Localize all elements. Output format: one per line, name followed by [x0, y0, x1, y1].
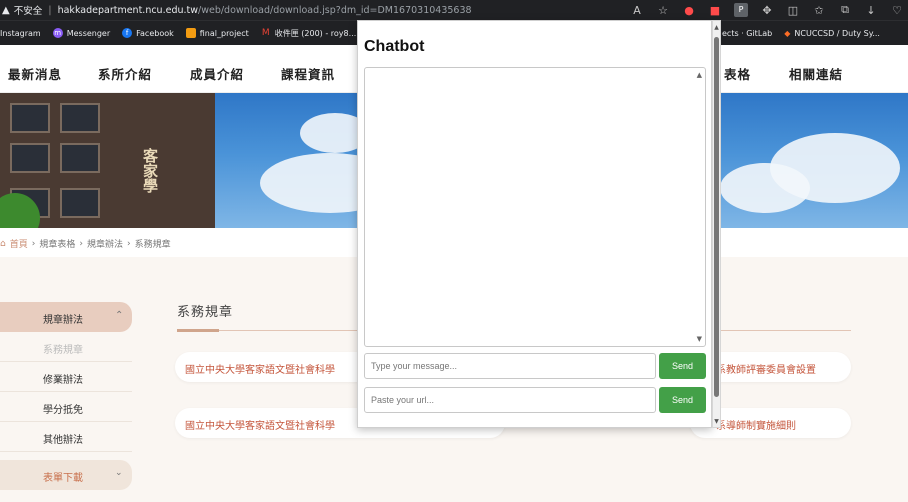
sidebar-head[interactable]: 規章辦法 ⌃	[0, 302, 132, 332]
nav-about[interactable]: 系所介紹	[98, 64, 152, 83]
security-label[interactable]: 不安全	[14, 3, 43, 17]
extension-toolbar: A ☆ ● ■ P ✥ ◫ ✩ ⧉ ↓ ♡	[630, 0, 904, 20]
window	[60, 103, 100, 133]
bookmark-label: Instagram	[0, 28, 41, 38]
bookmark-label: final_project	[199, 28, 249, 38]
sidebar-item-study-rules[interactable]: 修業辦法	[0, 362, 132, 392]
popup-scrollbar[interactable]: ▲ ▼	[712, 20, 721, 428]
chevron-down-icon: ⌄	[115, 468, 123, 478]
p-extension-icon[interactable]: P	[734, 3, 748, 17]
sidebar-item-dept-rules[interactable]: 系務規章	[0, 332, 132, 362]
url-input[interactable]	[364, 387, 656, 413]
breadcrumb-forms[interactable]: 規章表格	[39, 237, 75, 250]
gitlab-icon: ◆	[784, 29, 791, 38]
download-icon[interactable]: ↓	[864, 4, 878, 17]
scroll-down-icon[interactable]: ▼	[713, 418, 720, 425]
sidebar-item-label: 學分抵免	[43, 405, 83, 416]
folder-icon	[185, 28, 196, 38]
chevron-right-icon: ›	[31, 238, 36, 249]
bookmark-instagram[interactable]: Instagram	[0, 29, 41, 38]
document-label: 國立中央大學客家語文暨社會科學	[185, 421, 335, 432]
nav-links[interactable]: 相關連結	[789, 64, 843, 83]
breadcrumb-home[interactable]: 首頁	[10, 237, 28, 250]
bookmark-gmail[interactable]: M 收件匣 (200) - roy8...	[261, 28, 357, 39]
message-input[interactable]	[364, 353, 656, 379]
window	[10, 143, 50, 173]
reader-mode-icon[interactable]: A	[630, 4, 644, 17]
url-domain[interactable]: hakkadepartment.ncu.edu.tw	[58, 5, 198, 16]
scrollbar-thumb[interactable]	[714, 37, 719, 397]
document-label: 系教師評審委員會設置	[716, 365, 816, 376]
chatbot-title: Chatbot	[364, 38, 425, 55]
bookmark-messenger[interactable]: m Messenger	[52, 28, 111, 38]
stop-icon[interactable]: ●	[682, 4, 696, 17]
chatbot-popup: Chatbot ▲ ▼ Send Send	[357, 20, 712, 428]
heart-icon[interactable]: ♡	[890, 4, 904, 17]
bookmark-ncuccsd[interactable]: NCUCCSD / Duty Sy...	[794, 29, 880, 38]
cloud	[720, 163, 810, 213]
star-icon[interactable]: ☆	[656, 4, 670, 17]
window	[60, 143, 100, 173]
scroll-up-icon[interactable]: ▲	[713, 24, 720, 31]
send-message-button[interactable]: Send	[659, 353, 706, 379]
section-divider-accent	[177, 329, 219, 332]
gmail-icon: M	[261, 28, 270, 38]
nav-news[interactable]: 最新消息	[8, 64, 62, 83]
bookmark-facebook[interactable]: f Facebook	[122, 28, 174, 38]
messenger-icon: m	[52, 28, 63, 38]
bookmark-label: Messenger	[66, 28, 111, 38]
window	[10, 103, 50, 133]
chevron-right-icon: ›	[79, 238, 83, 249]
scroll-down-icon[interactable]: ▼	[697, 335, 702, 343]
bookmarks-right: ects · GitLab ◆ NCUCCSD / Duty Sy...	[722, 21, 880, 46]
breadcrumb-current: 系務規章	[134, 240, 171, 250]
window	[60, 188, 100, 218]
breadcrumb: ⌂ 首頁 › 規章表格 › 規章辦法 › 系務規章	[0, 237, 171, 251]
warning-icon: ▲	[2, 4, 10, 16]
url-path[interactable]: /web/download/download.jsp?dm_id=DM16703…	[198, 5, 472, 16]
sidebar-downloads-label: 表單下載	[43, 473, 83, 484]
record-icon[interactable]: ■	[708, 4, 722, 17]
document-label: 系導師制實施細則	[716, 421, 796, 432]
sidebar-item-other[interactable]: 其他辦法	[0, 422, 132, 452]
section-title: 系務規章	[177, 305, 234, 320]
sidebar-item-label: 其他辦法	[43, 435, 83, 446]
favorites-icon[interactable]: ✩	[812, 4, 826, 17]
home-icon: ⌂	[0, 238, 6, 249]
building-sign: 客家學	[141, 148, 159, 193]
nav-forms[interactable]: 表格	[724, 64, 751, 83]
chevron-up-icon: ⌃	[115, 310, 124, 321]
facebook-icon: f	[122, 28, 133, 38]
nav-courses[interactable]: 課程資訊	[281, 64, 335, 83]
sidebar-head-label: 規章辦法	[43, 315, 83, 326]
chevron-right-icon: ›	[126, 238, 131, 249]
send-url-button[interactable]: Send	[659, 387, 706, 413]
bookmark-label: 收件匣 (200) - roy8...	[274, 28, 357, 38]
separator: |	[48, 4, 52, 16]
chat-log[interactable]: ▲ ▼	[364, 67, 706, 347]
document-label: 國立中央大學客家語文暨社會科學	[185, 365, 335, 376]
sidebar-downloads[interactable]: 表單下載 ⌄	[0, 460, 132, 490]
scroll-up-icon[interactable]: ▲	[697, 71, 702, 79]
sidebar-item-label: 系務規章	[43, 345, 83, 356]
collections-icon[interactable]: ⧉	[838, 3, 852, 17]
bookmark-final-project[interactable]: final_project	[185, 28, 249, 38]
puzzle-icon[interactable]: ✥	[760, 4, 774, 17]
address-bar[interactable]: ▲ 不安全 | hakkadepartment.ncu.edu.tw /web/…	[0, 0, 908, 20]
building-image: 客家學	[0, 93, 215, 228]
bookmark-gitlab[interactable]: ects · GitLab	[722, 29, 772, 38]
nav-members[interactable]: 成員介紹	[190, 64, 244, 83]
breadcrumb-rules[interactable]: 規章辦法	[87, 237, 123, 250]
sidebar-item-label: 修業辦法	[43, 375, 83, 386]
bookmark-label: Facebook	[136, 28, 174, 38]
split-icon[interactable]: ◫	[786, 4, 800, 17]
sidebar-item-credit-waiver[interactable]: 學分抵免	[0, 392, 132, 422]
